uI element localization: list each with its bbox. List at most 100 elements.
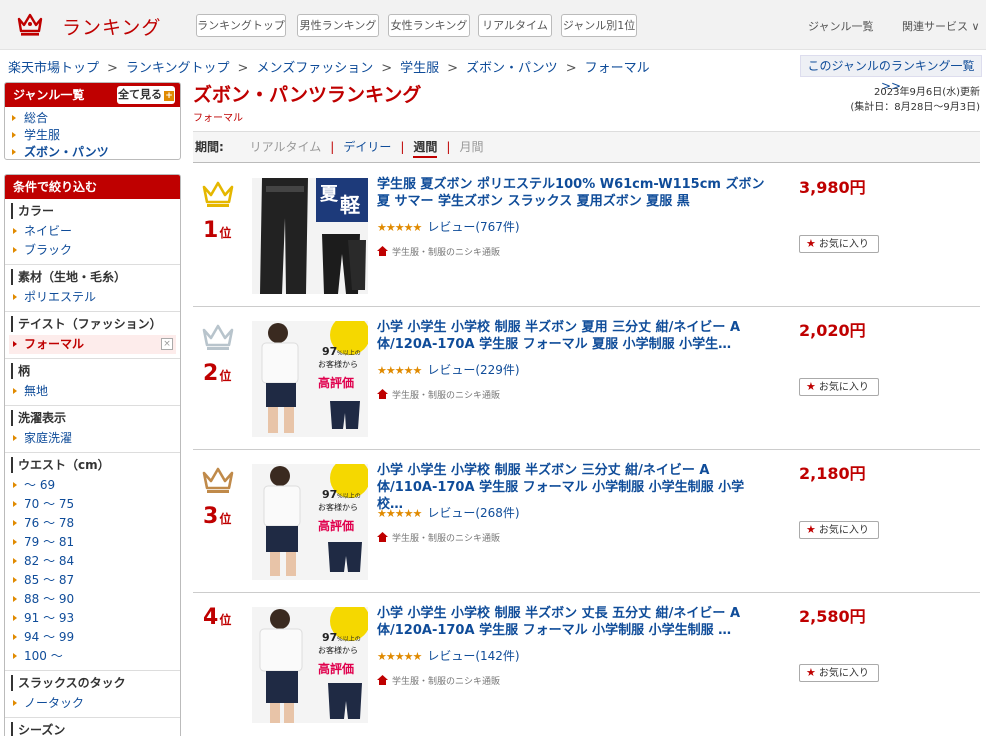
genre-list-link[interactable]: ジャンル一覧 [808, 18, 873, 34]
nav-women-ranking[interactable]: 女性ランキング [388, 14, 470, 37]
favorite-label: お気に入り [818, 525, 869, 536]
silver-crown-icon [202, 324, 234, 350]
favorite-button[interactable]: ★ お気に入り [799, 664, 879, 682]
product-title-link[interactable]: 小学 小学生 小学校 制服 半ズボン 夏用 三分丈 紺/ネイビー A体/120A… [377, 319, 767, 353]
nav-ranking-top[interactable]: ランキングトップ [196, 14, 286, 37]
nav-men-ranking[interactable]: 男性ランキング [297, 14, 379, 37]
rank-number: 2位 [203, 361, 231, 386]
crown-logo-icon[interactable] [16, 10, 44, 38]
filter-item[interactable]: 88 ～ 90 [5, 590, 180, 609]
shop-link[interactable]: 学生服・制服のニシキ通販 [377, 531, 500, 544]
product-image-art: 97 %以上の お客様から 高評価 [252, 607, 368, 723]
genre-panel: ジャンル一覧 全て見る + 総合 学生服 ズボン・パンツ [4, 82, 181, 160]
product-title-link[interactable]: 小学 小学生 小学校 制服 半ズボン 丈長 五分丈 紺/ネイビー A体/120A… [377, 605, 767, 639]
filter-group-tuck: スラックスのタック ノータック [5, 670, 180, 717]
filter-item[interactable]: ポリエステル [5, 288, 180, 307]
breadcrumb-item[interactable]: ランキングトップ [126, 61, 230, 76]
filter-item[interactable]: 家庭洗濯 [5, 429, 180, 448]
favorite-button[interactable]: ★ お気に入り [799, 521, 879, 539]
filter-item[interactable]: 無地 [5, 382, 180, 401]
breadcrumb-item[interactable]: メンズファッション [256, 61, 373, 76]
thumb-percent-text: %以上の [337, 492, 361, 500]
clear-filter-icon[interactable]: × [161, 338, 173, 350]
rank-suffix: 位 [219, 512, 232, 526]
rank-number: 4位 [203, 605, 231, 630]
genre-item-all[interactable]: 総合 [5, 110, 180, 127]
show-all-button[interactable]: 全て見る + [117, 86, 175, 104]
filter-item[interactable]: 94 ～ 99 [5, 628, 180, 647]
product-image-art: 97 %以上の お客様から 高評価 [252, 321, 368, 437]
product-image[interactable]: 97 %以上の お客様から 高評価 [252, 464, 368, 580]
thumb-percent: 97 [322, 488, 337, 501]
rating-stars-icon: ★★★★★ [377, 650, 422, 663]
breadcrumb-item[interactable]: ズボン・パンツ [466, 61, 558, 76]
favorite-button[interactable]: ★ お気に入り [799, 235, 879, 253]
genre-ranking-list-link[interactable]: このジャンルのランキング一覧 >> [800, 55, 982, 93]
filter-item[interactable]: 82 ～ 84 [5, 552, 180, 571]
breadcrumb-item[interactable]: 学生服 [400, 61, 439, 76]
filter-item-label: フォーマル [24, 337, 85, 351]
favorite-button[interactable]: ★ お気に入り [799, 378, 879, 396]
filter-item[interactable]: 79 ～ 81 [5, 533, 180, 552]
filter-title: 柄 [11, 363, 180, 379]
review-link[interactable]: ★★★★★ レビュー(767件) [377, 218, 520, 235]
filter-item[interactable]: 70 ～ 75 [5, 495, 180, 514]
filter-item[interactable]: ブラック [5, 241, 180, 260]
shop-icon [377, 246, 388, 256]
rank-value: 1 [203, 218, 219, 243]
product-image[interactable]: 97 %以上の お客様から 高評価 [252, 321, 368, 437]
filter-item[interactable]: ノータック [5, 694, 180, 713]
product-title-link[interactable]: 学生服 夏ズボン ポリエステル100% W61cm-W115cm ズボン 夏 サ… [377, 176, 767, 210]
favorite-label: お気に入り [818, 382, 869, 393]
product-image[interactable]: 夏 軽 [252, 178, 368, 294]
filter-item[interactable]: ～ 69 [5, 476, 180, 495]
period-label: 期間: [195, 140, 224, 154]
review-link[interactable]: ★★★★★ レビュー(268件) [377, 504, 520, 521]
product-image[interactable]: 97 %以上の お客様から 高評価 [252, 607, 368, 723]
rank-suffix: 位 [219, 369, 232, 383]
aggregation-period: (集計日：8月28日～9月3日) [850, 102, 980, 113]
review-link[interactable]: ★★★★★ レビュー(142件) [377, 647, 520, 664]
rating-stars-icon: ★★★★★ [377, 364, 422, 377]
thumb-percent: 97 [322, 631, 337, 644]
filter-item[interactable]: ネイビー [5, 222, 180, 241]
shop-icon [377, 675, 388, 685]
filter-title: シーズン [11, 722, 180, 736]
period-monthly[interactable]: 月間 [459, 140, 483, 154]
filter-item[interactable]: 85 ～ 87 [5, 571, 180, 590]
nav-genre-first[interactable]: ジャンル別1位 [561, 14, 637, 37]
genre-panel-title: ジャンル一覧 [13, 88, 85, 102]
shop-name: 学生服・制服のニシキ通販 [392, 677, 501, 687]
genre-item-pants[interactable]: ズボン・パンツ [5, 144, 180, 159]
review-count: レビュー(268件) [427, 506, 520, 520]
review-link[interactable]: ★★★★★ レビュー(229件) [377, 361, 520, 378]
review-count: レビュー(767件) [427, 220, 520, 234]
breadcrumb-item[interactable]: フォーマル [585, 61, 650, 76]
filter-item[interactable]: 76 ～ 78 [5, 514, 180, 533]
shop-link[interactable]: 学生服・制服のニシキ通販 [377, 674, 500, 687]
rank-value: 2 [203, 361, 219, 386]
nav-realtime[interactable]: リアルタイム [478, 14, 552, 37]
shop-link[interactable]: 学生服・制服のニシキ通販 [377, 245, 500, 258]
logo-text[interactable]: ランキング [62, 13, 161, 40]
filter-item-selected[interactable]: フォーマル × [9, 335, 176, 354]
rating-stars-icon: ★★★★★ [377, 507, 422, 520]
filter-panel-header: 条件で絞り込む [5, 175, 180, 199]
thumb-percent: 97 [322, 345, 337, 358]
breadcrumb-item[interactable]: 楽天市場トップ [8, 61, 99, 76]
thumb-percent-text: %以上の [337, 635, 361, 643]
thumb-rating-text: 高評価 [318, 518, 354, 533]
filter-item[interactable]: 100 ～ [5, 647, 180, 666]
genre-item-school-uniform[interactable]: 学生服 [5, 127, 180, 144]
period-realtime[interactable]: リアルタイム [250, 140, 322, 154]
shop-icon [377, 389, 388, 399]
filter-item[interactable]: 91 ～ 93 [5, 609, 180, 628]
period-daily[interactable]: デイリー [343, 140, 391, 154]
favorite-label: お気に入り [818, 668, 869, 679]
star-icon: ★ [806, 666, 816, 679]
related-services-menu[interactable]: 関連サービス ∨ [902, 18, 980, 34]
shop-link[interactable]: 学生服・制服のニシキ通販 [377, 388, 500, 401]
ranking-item: 3位 97 %以上の お客様から 高評価 小学 小学生 小学校 制服 半ズボン … [193, 450, 980, 593]
plus-icon: + [164, 91, 174, 101]
period-weekly[interactable]: 週間 [413, 140, 438, 158]
